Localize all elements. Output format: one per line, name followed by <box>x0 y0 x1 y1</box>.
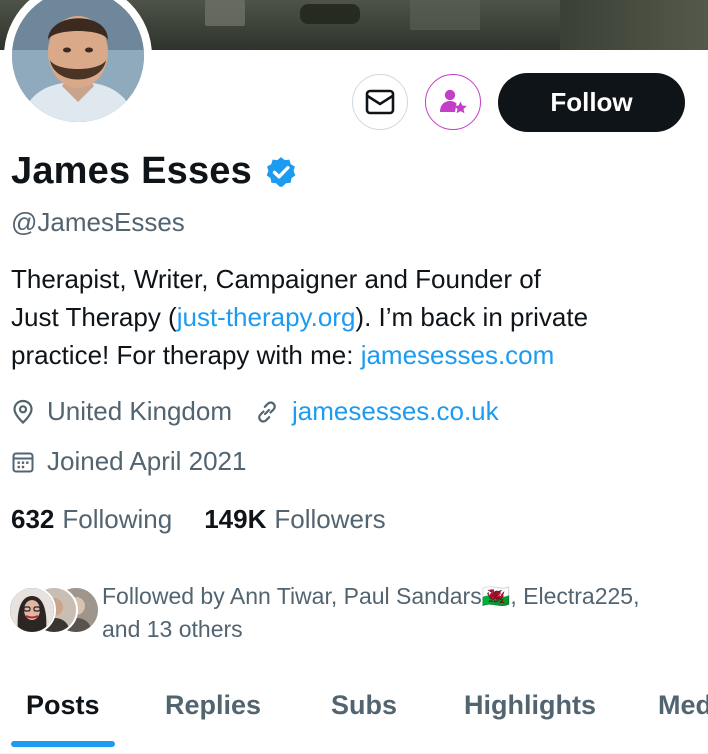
followed-by-text[interactable]: Followed by Ann Tiwar, Paul Sandars🏴󠁧󠁢󠁷󠁬… <box>102 580 682 646</box>
subscribe-button[interactable] <box>425 74 481 130</box>
tab-highlights[interactable]: Highlights <box>464 690 596 721</box>
banner-detail <box>410 0 480 30</box>
tab-posts[interactable]: Posts <box>26 690 100 721</box>
tab-replies[interactable]: Replies <box>165 690 261 721</box>
profile-tabs: Posts Replies Subs Highlights Med <box>0 676 708 754</box>
bio-text: Therapist, Writer, Campaigner and Founde… <box>11 264 541 294</box>
verified-badge-icon[interactable] <box>264 155 298 189</box>
following-count: 632 <box>11 504 55 534</box>
following-label: Following <box>62 504 173 534</box>
bio-text: practice! For therapy with me: <box>11 340 361 370</box>
message-button[interactable] <box>352 74 408 130</box>
profile-name: James Esses <box>11 150 252 192</box>
envelope-icon <box>365 89 395 115</box>
followed-by-line: and 13 others <box>102 616 243 642</box>
profile-bio: Therapist, Writer, Campaigner and Founde… <box>11 260 671 374</box>
person-star-icon <box>440 89 467 114</box>
banner-detail <box>205 0 245 26</box>
followed-by-avatars[interactable] <box>8 586 100 634</box>
profile-name-row: James Esses <box>11 150 298 193</box>
followed-by-line: Followed by Ann Tiwar, Paul Sandars🏴󠁧󠁢󠁷󠁬… <box>102 583 640 609</box>
followers-stat[interactable]: 149K Followers <box>204 504 385 535</box>
active-tab-indicator <box>11 741 115 747</box>
profile-stats: 632 Following 149K Followers <box>11 504 386 535</box>
banner-detail <box>300 4 360 24</box>
profile-meta-joined: Joined April 2021 <box>11 446 246 477</box>
bio-text: Just Therapy ( <box>11 302 177 332</box>
follow-button[interactable]: Follow <box>498 73 685 132</box>
following-stat[interactable]: 632 Following <box>11 504 172 535</box>
website-link[interactable]: jamesesses.co.uk <box>292 396 499 427</box>
bio-link-jamesesses[interactable]: jamesesses.com <box>361 340 555 370</box>
banner-detail <box>560 0 708 50</box>
followers-count: 149K <box>204 504 267 534</box>
location-pin-icon <box>13 399 33 424</box>
tab-media[interactable]: Med <box>658 690 708 721</box>
profile-meta-location: United Kingdom jamesesses.co.uk <box>11 396 499 427</box>
follower-photo <box>10 588 54 632</box>
joined-text: Joined April 2021 <box>47 446 247 476</box>
follower-avatar <box>8 586 56 634</box>
bio-link-just-therapy[interactable]: just-therapy.org <box>177 302 356 332</box>
tab-subs[interactable]: Subs <box>331 690 397 721</box>
bio-line: Therapist, Writer, Campaigner and Founde… <box>11 260 671 298</box>
bio-line: Just Therapy (just-therapy.org). I’m bac… <box>11 298 671 336</box>
bio-text: ). I’m back in private <box>355 302 589 332</box>
link-icon <box>258 400 276 423</box>
bio-line: practice! For therapy with me: jamesesse… <box>11 336 671 374</box>
profile-handle: @JamesEsses <box>11 207 185 237</box>
location-text: United Kingdom <box>47 396 232 426</box>
calendar-icon <box>12 452 34 472</box>
followers-label: Followers <box>274 504 386 534</box>
